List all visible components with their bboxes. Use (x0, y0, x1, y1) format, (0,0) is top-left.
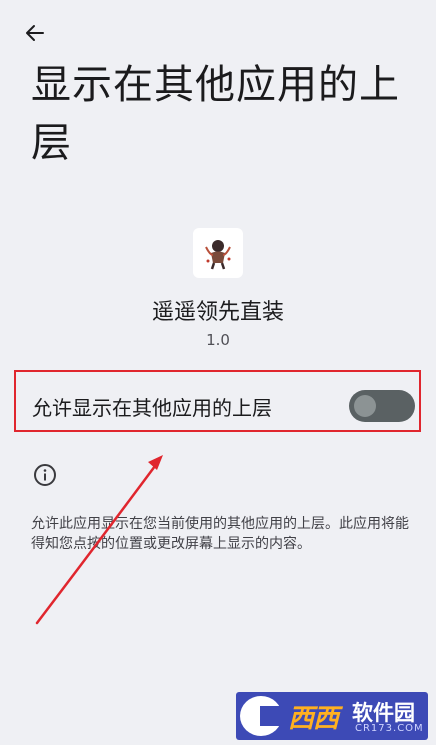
watermark-brand: 西西 (288, 704, 339, 734)
annotation-arrow (35, 455, 163, 625)
site-watermark: 西西 软件园 CR173.COM (236, 692, 428, 740)
watermark-logo-icon (240, 696, 282, 736)
watermark-url: CR173.COM (355, 723, 424, 734)
